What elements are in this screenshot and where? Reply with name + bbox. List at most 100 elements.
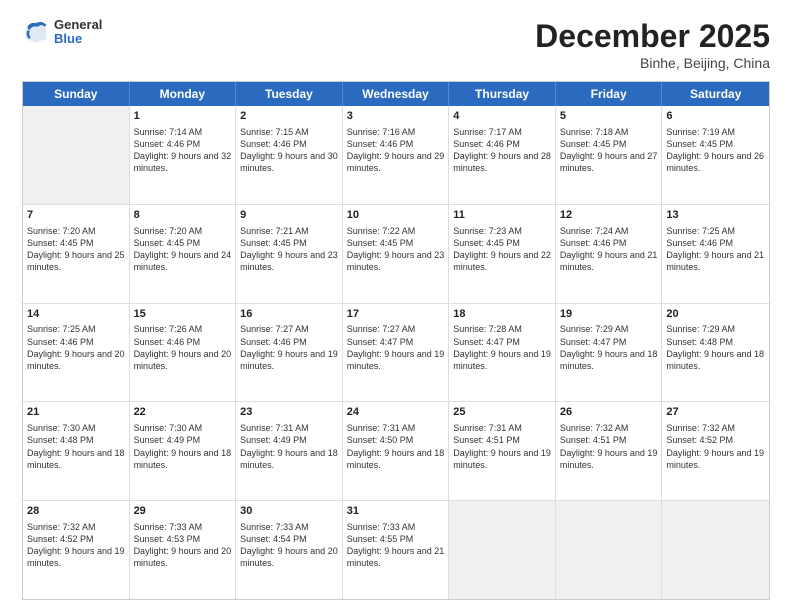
day-number: 8 bbox=[134, 208, 232, 223]
calendar-row-2: 14Sunrise: 7:25 AM Sunset: 4:46 PM Dayli… bbox=[23, 304, 769, 403]
cell-info: Sunrise: 7:33 AM Sunset: 4:54 PM Dayligh… bbox=[240, 521, 338, 570]
cell-info: Sunrise: 7:21 AM Sunset: 4:45 PM Dayligh… bbox=[240, 225, 338, 274]
calendar-header: SundayMondayTuesdayWednesdayThursdayFrid… bbox=[23, 82, 769, 106]
day-number: 7 bbox=[27, 208, 125, 223]
calendar-row-0: 1Sunrise: 7:14 AM Sunset: 4:46 PM Daylig… bbox=[23, 106, 769, 205]
day-number: 19 bbox=[560, 307, 658, 322]
header: General Blue December 2025 Binhe, Beijin… bbox=[22, 18, 770, 71]
calendar-cell: 24 Sunrise: 7:31 AM Sunset: 4:50 PM Dayli… bbox=[343, 402, 450, 500]
day-number: 28 bbox=[27, 504, 125, 519]
calendar-row-3: 21Sunrise: 7:30 AM Sunset: 4:48 PM Dayli… bbox=[23, 402, 769, 501]
cell-info: Sunrise: 7:24 AM Sunset: 4:46 PM Dayligh… bbox=[560, 225, 658, 274]
cell-info: Sunrise: 7:31 AM Sunset: 4:51 PM Dayligh… bbox=[453, 422, 551, 471]
cell-info: Sunrise: 7:27 AM Sunset: 4:46 PM Dayligh… bbox=[240, 323, 338, 372]
calendar-cell: 21Sunrise: 7:30 AM Sunset: 4:48 PM Dayli… bbox=[23, 402, 130, 500]
cell-info: Sunrise: 7:31 AM Sunset: 4:49 PM Dayligh… bbox=[240, 422, 338, 471]
cell-info: Sunrise: 7:28 AM Sunset: 4:47 PM Dayligh… bbox=[453, 323, 551, 372]
weekday-header-monday: Monday bbox=[130, 82, 237, 106]
cell-info: Sunrise: 7:25 AM Sunset: 4:46 PM Dayligh… bbox=[666, 225, 765, 274]
day-number: 23 bbox=[240, 405, 338, 420]
day-number: 16 bbox=[240, 307, 338, 322]
calendar-cell: 23 Sunrise: 7:31 AM Sunset: 4:49 PM Dayli… bbox=[236, 402, 343, 500]
cell-info: Sunrise: 7:30 AM Sunset: 4:49 PM Dayligh… bbox=[134, 422, 232, 471]
calendar-cell: 7 Sunrise: 7:20 AM Sunset: 4:45 PM Daylig… bbox=[23, 205, 130, 303]
calendar-cell: 11 Sunrise: 7:23 AM Sunset: 4:45 PM Dayli… bbox=[449, 205, 556, 303]
calendar-cell: 14Sunrise: 7:25 AM Sunset: 4:46 PM Dayli… bbox=[23, 304, 130, 402]
calendar-cell: 27 Sunrise: 7:32 AM Sunset: 4:52 PM Dayli… bbox=[662, 402, 769, 500]
weekday-header-friday: Friday bbox=[556, 82, 663, 106]
cell-info: Sunrise: 7:25 AM Sunset: 4:46 PM Dayligh… bbox=[27, 323, 125, 372]
day-number: 2 bbox=[240, 109, 338, 124]
logo: General Blue bbox=[22, 18, 102, 47]
logo-icon bbox=[22, 18, 50, 46]
day-number: 10 bbox=[347, 208, 445, 223]
day-number: 4 bbox=[453, 109, 551, 124]
title-block: December 2025 Binhe, Beijing, China bbox=[535, 18, 770, 71]
calendar: SundayMondayTuesdayWednesdayThursdayFrid… bbox=[22, 81, 770, 600]
calendar-location: Binhe, Beijing, China bbox=[535, 55, 770, 71]
calendar-cell: 10 Sunrise: 7:22 AM Sunset: 4:45 PM Dayli… bbox=[343, 205, 450, 303]
calendar-cell: 9 Sunrise: 7:21 AM Sunset: 4:45 PM Daylig… bbox=[236, 205, 343, 303]
day-number: 29 bbox=[134, 504, 232, 519]
cell-info: Sunrise: 7:33 AM Sunset: 4:55 PM Dayligh… bbox=[347, 521, 445, 570]
calendar-cell: 26 Sunrise: 7:32 AM Sunset: 4:51 PM Dayli… bbox=[556, 402, 663, 500]
day-number: 3 bbox=[347, 109, 445, 124]
cell-info: Sunrise: 7:19 AM Sunset: 4:45 PM Dayligh… bbox=[666, 126, 765, 175]
calendar-cell bbox=[449, 501, 556, 599]
cell-info: Sunrise: 7:26 AM Sunset: 4:46 PM Dayligh… bbox=[134, 323, 232, 372]
day-number: 24 bbox=[347, 405, 445, 420]
day-number: 17 bbox=[347, 307, 445, 322]
calendar-cell: 19Sunrise: 7:29 AM Sunset: 4:47 PM Dayli… bbox=[556, 304, 663, 402]
day-number: 18 bbox=[453, 307, 551, 322]
calendar-row-4: 28 Sunrise: 7:32 AM Sunset: 4:52 PM Dayli… bbox=[23, 501, 769, 599]
cell-info: Sunrise: 7:31 AM Sunset: 4:50 PM Dayligh… bbox=[347, 422, 445, 471]
calendar-title: December 2025 bbox=[535, 18, 770, 55]
cell-info: Sunrise: 7:32 AM Sunset: 4:52 PM Dayligh… bbox=[666, 422, 765, 471]
calendar-cell: 5 Sunrise: 7:18 AM Sunset: 4:45 PM Daylig… bbox=[556, 106, 663, 204]
day-number: 12 bbox=[560, 208, 658, 223]
calendar-cell: 2 Sunrise: 7:15 AM Sunset: 4:46 PM Daylig… bbox=[236, 106, 343, 204]
day-number: 5 bbox=[560, 109, 658, 124]
day-number: 22 bbox=[134, 405, 232, 420]
day-number: 13 bbox=[666, 208, 765, 223]
day-number: 27 bbox=[666, 405, 765, 420]
logo-blue-text: Blue bbox=[54, 32, 102, 46]
calendar-cell: 6 Sunrise: 7:19 AM Sunset: 4:45 PM Daylig… bbox=[662, 106, 769, 204]
cell-info: Sunrise: 7:33 AM Sunset: 4:53 PM Dayligh… bbox=[134, 521, 232, 570]
cell-info: Sunrise: 7:29 AM Sunset: 4:47 PM Dayligh… bbox=[560, 323, 658, 372]
day-number: 9 bbox=[240, 208, 338, 223]
cell-info: Sunrise: 7:18 AM Sunset: 4:45 PM Dayligh… bbox=[560, 126, 658, 175]
cell-info: Sunrise: 7:29 AM Sunset: 4:48 PM Dayligh… bbox=[666, 323, 765, 372]
calendar-row-1: 7 Sunrise: 7:20 AM Sunset: 4:45 PM Daylig… bbox=[23, 205, 769, 304]
day-number: 11 bbox=[453, 208, 551, 223]
page: General Blue December 2025 Binhe, Beijin… bbox=[0, 0, 792, 612]
cell-info: Sunrise: 7:20 AM Sunset: 4:45 PM Dayligh… bbox=[27, 225, 125, 274]
weekday-header-thursday: Thursday bbox=[449, 82, 556, 106]
cell-info: Sunrise: 7:23 AM Sunset: 4:45 PM Dayligh… bbox=[453, 225, 551, 274]
day-number: 20 bbox=[666, 307, 765, 322]
calendar-cell: 17Sunrise: 7:27 AM Sunset: 4:47 PM Dayli… bbox=[343, 304, 450, 402]
calendar-cell: 30Sunrise: 7:33 AM Sunset: 4:54 PM Dayli… bbox=[236, 501, 343, 599]
calendar-cell: 25 Sunrise: 7:31 AM Sunset: 4:51 PM Dayli… bbox=[449, 402, 556, 500]
day-number: 25 bbox=[453, 405, 551, 420]
cell-info: Sunrise: 7:16 AM Sunset: 4:46 PM Dayligh… bbox=[347, 126, 445, 175]
calendar-cell: 4Sunrise: 7:17 AM Sunset: 4:46 PM Daylig… bbox=[449, 106, 556, 204]
day-number: 6 bbox=[666, 109, 765, 124]
cell-info: Sunrise: 7:32 AM Sunset: 4:51 PM Dayligh… bbox=[560, 422, 658, 471]
cell-info: Sunrise: 7:15 AM Sunset: 4:46 PM Dayligh… bbox=[240, 126, 338, 175]
day-number: 14 bbox=[27, 307, 125, 322]
logo-general-text: General bbox=[54, 18, 102, 32]
cell-info: Sunrise: 7:20 AM Sunset: 4:45 PM Dayligh… bbox=[134, 225, 232, 274]
weekday-header-saturday: Saturday bbox=[662, 82, 769, 106]
cell-info: Sunrise: 7:27 AM Sunset: 4:47 PM Dayligh… bbox=[347, 323, 445, 372]
cell-info: Sunrise: 7:22 AM Sunset: 4:45 PM Dayligh… bbox=[347, 225, 445, 274]
day-number: 26 bbox=[560, 405, 658, 420]
weekday-header-sunday: Sunday bbox=[23, 82, 130, 106]
calendar-cell: 31Sunrise: 7:33 AM Sunset: 4:55 PM Dayli… bbox=[343, 501, 450, 599]
calendar-body: 1Sunrise: 7:14 AM Sunset: 4:46 PM Daylig… bbox=[23, 106, 769, 599]
cell-info: Sunrise: 7:32 AM Sunset: 4:52 PM Dayligh… bbox=[27, 521, 125, 570]
weekday-header-wednesday: Wednesday bbox=[343, 82, 450, 106]
calendar-cell: 29 Sunrise: 7:33 AM Sunset: 4:53 PM Dayli… bbox=[130, 501, 237, 599]
calendar-cell: 13 Sunrise: 7:25 AM Sunset: 4:46 PM Dayli… bbox=[662, 205, 769, 303]
calendar-cell: 8 Sunrise: 7:20 AM Sunset: 4:45 PM Daylig… bbox=[130, 205, 237, 303]
